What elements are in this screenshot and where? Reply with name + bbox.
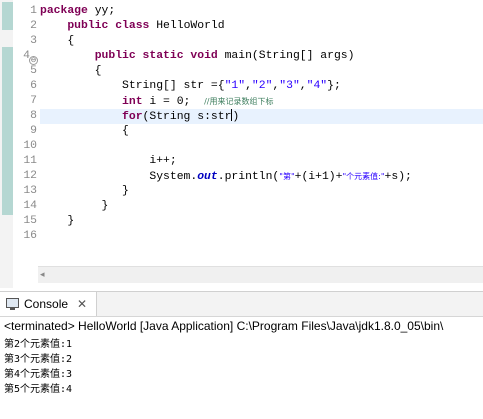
- keyword: for: [122, 111, 143, 123]
- code-line-6: String[] str ={"1","2","3","4"};: [40, 79, 483, 94]
- code-text: (String s:str: [142, 111, 232, 123]
- keyword: public: [94, 50, 136, 62]
- code-line-8-current: for(String s:str): [40, 109, 483, 124]
- scroll-left-icon[interactable]: ◂: [40, 269, 51, 281]
- code-line-14: }: [40, 200, 109, 212]
- console-tab-bar: Console ✕: [0, 291, 483, 317]
- code-line-4: public static void main(String[] args): [40, 49, 483, 64]
- code-area[interactable]: package yy; public class HelloWorld { pu…: [40, 0, 483, 270]
- keyword: package: [40, 5, 88, 17]
- code-editor[interactable]: 1 2 3 4 5 6 7 8 9 10 11 12 13 14 15 16 ⊖…: [0, 0, 483, 288]
- line-number: 11: [23, 155, 37, 167]
- string-literal: "个元素值:": [342, 172, 385, 181]
- horizontal-scrollbar[interactable]: ◂: [38, 266, 483, 283]
- line-number: 5: [30, 65, 37, 77]
- console-icon: [6, 298, 19, 310]
- code-line-13: }: [40, 185, 129, 197]
- keyword: int: [122, 96, 143, 108]
- code-text: .println(: [217, 171, 280, 183]
- code-text: ): [232, 111, 240, 123]
- line-number: 12: [23, 170, 37, 182]
- code-line-15: }: [40, 215, 75, 227]
- fold-collapse-icon[interactable]: ⊖: [29, 56, 38, 65]
- code-text: ,: [245, 80, 252, 92]
- code-line-12: System.out.println("第"+(i+1)+"个元素值:"+s);: [40, 169, 483, 184]
- keyword: static: [142, 50, 184, 62]
- close-icon[interactable]: ✕: [77, 292, 87, 316]
- string-literal: "4": [306, 80, 328, 92]
- string-literal: "1": [224, 80, 246, 92]
- console-output-line: 第4个元素值:3: [4, 369, 73, 380]
- code-text: HelloWorld: [149, 20, 225, 32]
- console-output-line: 第3个元素值:2: [4, 354, 73, 365]
- console-output-line: 第2个元素值:1: [4, 339, 73, 350]
- code-text: String[] str ={: [40, 80, 225, 92]
- code-text: yy;: [87, 5, 116, 17]
- line-number: 16: [23, 230, 37, 242]
- code-text: main(String[] args): [217, 50, 355, 62]
- keyword: class: [115, 20, 150, 32]
- change-marker: [2, 47, 13, 215]
- code-text: ,: [299, 80, 307, 92]
- comment: //用来记录数组下标: [204, 97, 274, 106]
- keyword: void: [190, 50, 218, 62]
- line-number: 13: [23, 185, 37, 197]
- code-text: +(i+1)+: [294, 171, 343, 183]
- tab-console[interactable]: Console ✕: [0, 292, 97, 316]
- code-text: i = 0;: [142, 96, 205, 108]
- line-number: 1: [30, 5, 37, 17]
- code-line-7: int i = 0; //用来记录数组下标: [40, 94, 483, 109]
- code-text: System.: [40, 171, 198, 183]
- line-number: 6: [30, 80, 37, 92]
- string-literal: "2": [251, 80, 273, 92]
- line-number-gutter: 1 2 3 4 5 6 7 8 9 10 11 12 13 14 15 16: [13, 0, 37, 288]
- line-number: 3: [30, 35, 37, 47]
- code-line-2: public class HelloWorld: [40, 19, 483, 34]
- keyword: public: [67, 20, 109, 32]
- field-reference: out: [197, 171, 218, 183]
- change-marker: [2, 2, 13, 30]
- line-number: 15: [23, 215, 37, 227]
- code-line-11: i++;: [40, 155, 177, 167]
- code-line-3: {: [40, 35, 75, 47]
- editor-ruler: [0, 0, 13, 288]
- string-literal: "3": [279, 80, 300, 92]
- console-output-line: 第5个元素值:4: [4, 384, 73, 395]
- code-text: +s);: [384, 171, 412, 183]
- line-number: 4: [23, 50, 30, 62]
- console-status-line: <terminated> HelloWorld [Java Applicatio…: [4, 319, 444, 333]
- string-literal: "第": [279, 172, 295, 181]
- line-number: 2: [30, 20, 37, 32]
- code-line-1: package yy;: [40, 4, 483, 19]
- tab-console-label: Console: [24, 297, 69, 311]
- line-number: 7: [30, 95, 37, 107]
- line-number: 8: [30, 110, 37, 122]
- line-number: 10: [23, 140, 37, 152]
- code-line-9: {: [40, 125, 129, 137]
- line-number: 14: [23, 200, 37, 212]
- line-number: 9: [30, 125, 37, 137]
- code-text: };: [327, 80, 341, 92]
- code-line-5: {: [40, 65, 102, 77]
